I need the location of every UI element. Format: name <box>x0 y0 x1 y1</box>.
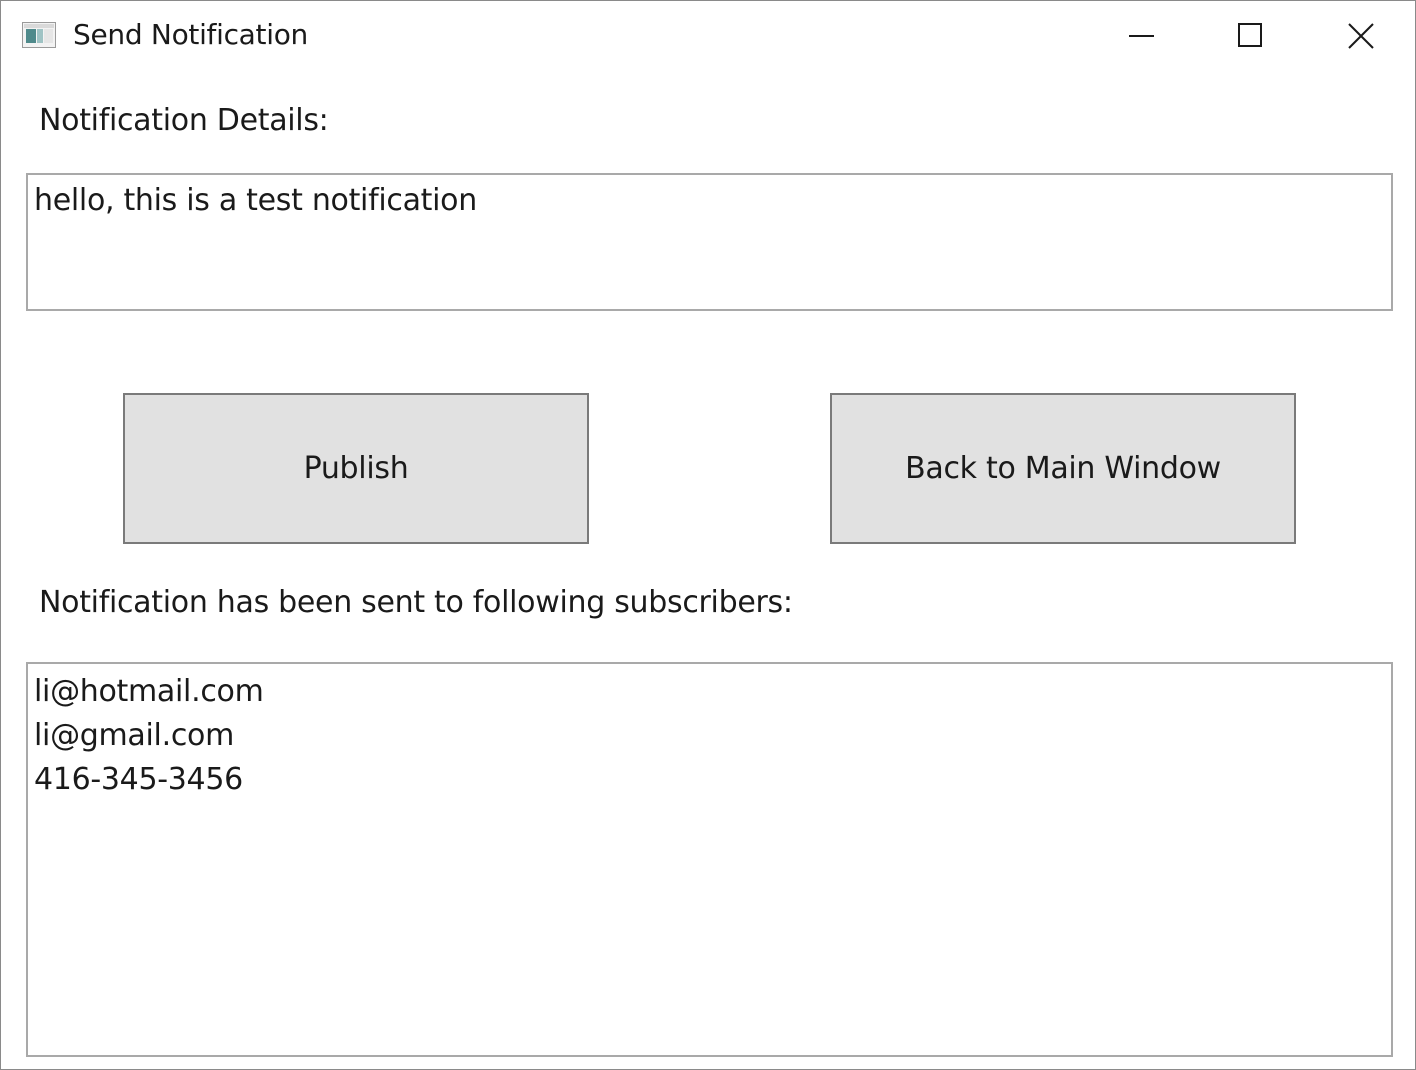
close-icon <box>1348 23 1374 49</box>
notification-details-label: Notification Details: <box>39 103 329 138</box>
subscribers-label: Notification has been sent to following … <box>39 585 793 620</box>
subscriber-item: li@hotmail.com <box>34 674 264 709</box>
back-to-main-window-button[interactable]: Back to Main Window <box>830 393 1296 544</box>
window-title: Send Notification <box>73 18 308 51</box>
title-bar[interactable]: Send Notification <box>1 1 1415 71</box>
send-notification-window: Send Notification Notification Details: … <box>0 0 1416 1070</box>
subscribers-list[interactable]: li@hotmail.com li@gmail.com 416-345-3456 <box>26 662 1393 1057</box>
minimize-button[interactable] <box>1091 1 1191 71</box>
publish-button[interactable]: Publish <box>123 393 589 544</box>
subscriber-item: 416-345-3456 <box>34 762 243 797</box>
maximize-button[interactable] <box>1200 1 1300 71</box>
notification-details-input[interactable]: hello, this is a test notification <box>26 173 1393 311</box>
subscriber-item: li@gmail.com <box>34 718 234 753</box>
close-button[interactable] <box>1311 1 1411 71</box>
maximize-icon <box>1238 23 1262 47</box>
notification-details-value: hello, this is a test notification <box>34 183 477 218</box>
minimize-icon <box>1129 35 1154 37</box>
window-app-icon <box>22 22 56 48</box>
